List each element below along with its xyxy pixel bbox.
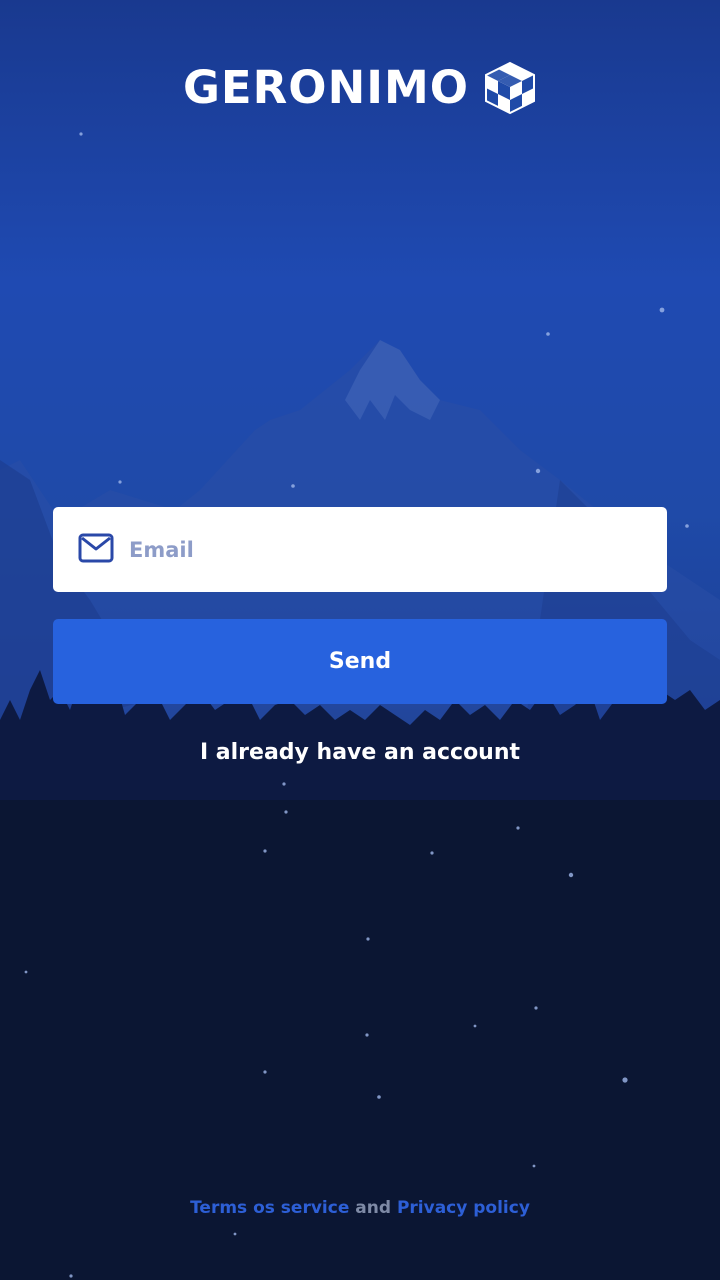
email-field[interactable] [53, 507, 667, 592]
signup-screen: GERONIMO Send I already have an account [0, 0, 720, 1280]
brand-name: GERONIMO [182, 61, 470, 114]
email-input[interactable] [129, 507, 649, 592]
privacy-link[interactable]: Privacy policy [397, 1198, 530, 1218]
terms-link[interactable]: Terms os service [190, 1198, 349, 1218]
have-account-link[interactable]: I already have an account [0, 736, 720, 770]
cube-icon [485, 61, 536, 115]
app-logo: GERONIMO [0, 56, 720, 120]
send-button[interactable]: Send [53, 619, 667, 704]
footer-and-text: and [355, 1198, 392, 1218]
legal-footer: Terms os service and Privacy policy [0, 1195, 720, 1221]
mail-icon [78, 533, 114, 563]
